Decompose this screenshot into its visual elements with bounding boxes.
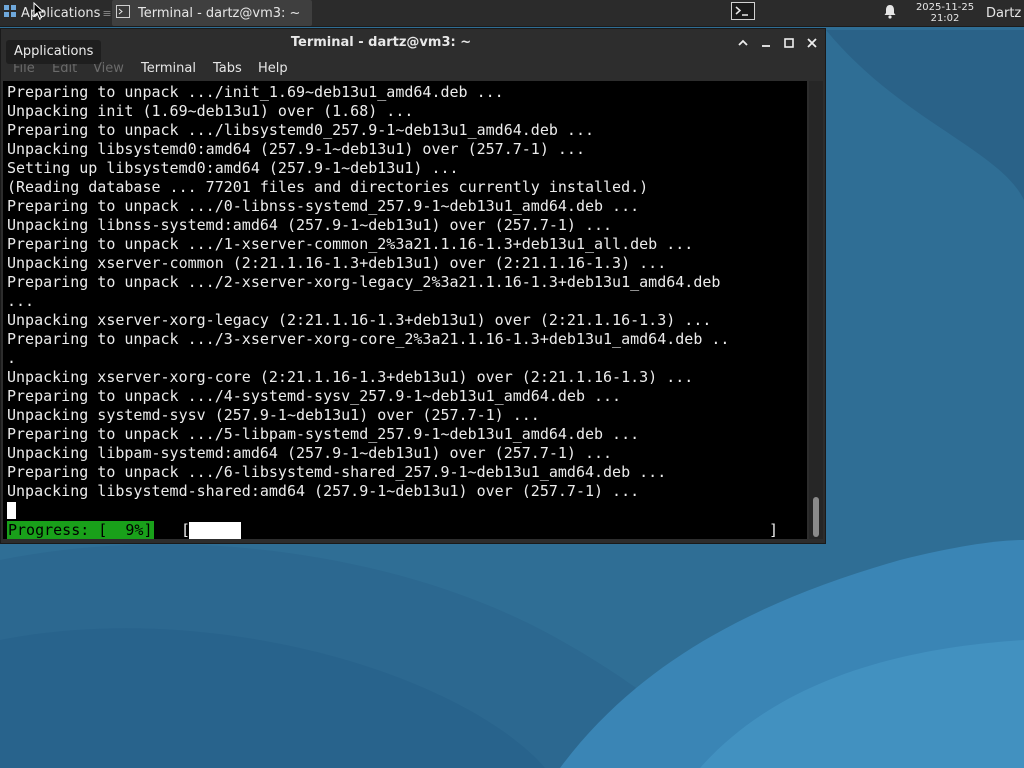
progress-label: Progress: [ 9%]: [7, 521, 154, 539]
terminal-line: Preparing to unpack .../0-libnss-systemd…: [7, 197, 640, 215]
terminal-line: Preparing to unpack .../libsystemd0_257.…: [7, 121, 594, 139]
terminal-output-text: Preparing to unpack .../init_1.69~deb13u…: [7, 83, 729, 501]
applications-menu-button[interactable]: Applications ≡: [0, 0, 115, 26]
applications-tooltip: Applications: [6, 40, 102, 64]
terminal-line: Preparing to unpack .../1-xserver-common…: [7, 235, 694, 253]
applications-icon: [3, 4, 17, 22]
close-icon: [807, 38, 817, 48]
terminal-line: ...: [7, 292, 35, 310]
maximize-button[interactable]: [781, 35, 797, 51]
terminal-line: .: [7, 349, 17, 367]
terminal-line: Unpacking init (1.69~deb13u1) over (1.68…: [7, 102, 414, 120]
minimize-icon: [762, 45, 770, 47]
menu-terminal[interactable]: Terminal: [141, 61, 196, 76]
terminal-line: Unpacking xserver-xorg-legacy (2:21.1.16…: [7, 311, 712, 329]
minimize-button[interactable]: [758, 35, 774, 51]
terminal-launcher-button[interactable]: [728, 0, 758, 26]
terminal-line: Preparing to unpack .../3-xserver-xorg-c…: [7, 330, 730, 348]
terminal-menubar: File Edit View Terminal Tabs Help: [1, 57, 825, 81]
maximize-icon: [784, 38, 794, 48]
terminal-window: Terminal - dartz@vm3: ~ File Edit View T…: [0, 28, 826, 544]
user-name: Dartz: [986, 5, 1022, 21]
taskbar-terminal-label: Terminal - dartz@vm3: ~: [138, 5, 301, 21]
terminal-line: Preparing to unpack .../init_1.69~deb13u…: [7, 83, 504, 101]
notification-bell-icon: [883, 4, 897, 23]
window-titlebar[interactable]: Terminal - dartz@vm3: ~: [1, 29, 825, 57]
raise-icon: [738, 39, 748, 46]
terminal-scrollbar[interactable]: [809, 81, 823, 539]
terminal-line: Unpacking xserver-xorg-core (2:21.1.16-1…: [7, 368, 694, 386]
notifications-button[interactable]: [880, 0, 900, 26]
clock-date: 2025-11-25: [915, 2, 975, 13]
menu-tabs[interactable]: Tabs: [213, 61, 242, 76]
taskbar-terminal-button[interactable]: Terminal - dartz@vm3: ~: [112, 0, 312, 26]
terminal-line: Unpacking systemd-sysv (257.9-1~deb13u1)…: [7, 406, 540, 424]
clock-time: 21:02: [930, 13, 960, 24]
progress-bracket-close: ]: [769, 521, 779, 539]
terminal-output-area[interactable]: Preparing to unpack .../init_1.69~deb13u…: [3, 81, 807, 539]
user-menu[interactable]: Dartz: [986, 0, 1024, 26]
progress-bar: [189, 522, 769, 539]
terminal-line: Unpacking libpam-systemd:amd64 (257.9-1~…: [7, 444, 613, 462]
panel-separator: ≡: [102, 6, 112, 20]
terminal-line: Preparing to unpack .../4-systemd-sysv_2…: [7, 387, 622, 405]
terminal-line: Unpacking libsystemd-shared:amd64 (257.9…: [7, 482, 640, 500]
close-button[interactable]: [804, 35, 820, 51]
terminal-cursor: [7, 502, 16, 519]
terminal-line: Preparing to unpack .../6-libsystemd-sha…: [7, 463, 667, 481]
terminal-line: Unpacking libnss-systemd:amd64 (257.9-1~…: [7, 216, 613, 234]
panel-clock[interactable]: 2025-11-25 21:02: [906, 0, 984, 26]
menu-help[interactable]: Help: [258, 61, 288, 76]
terminal-line: Preparing to unpack .../5-libpam-systemd…: [7, 425, 640, 443]
top-panel: Applications ≡ Terminal - dartz@vm3: ~ 2…: [0, 0, 1024, 27]
progress-bar-fill: [189, 522, 241, 539]
window-title: Terminal - dartz@vm3: ~: [290, 35, 472, 50]
mouse-pointer-icon: [33, 2, 45, 20]
terminal-launcher-icon: [731, 2, 755, 24]
raise-button[interactable]: [735, 35, 751, 51]
terminal-line: Setting up libsystemd0:amd64 (257.9-1~de…: [7, 159, 459, 177]
terminal-line: (Reading database ... 77201 files and di…: [7, 178, 649, 196]
terminal-line: Preparing to unpack .../2-xserver-xorg-l…: [7, 273, 721, 291]
terminal-line: Unpacking xserver-common (2:21.1.16-1.3+…: [7, 254, 667, 272]
terminal-task-icon: [116, 4, 130, 22]
terminal-line: Unpacking libsystemd0:amd64 (257.9-1~deb…: [7, 140, 585, 158]
scrollbar-thumb[interactable]: [813, 497, 819, 537]
